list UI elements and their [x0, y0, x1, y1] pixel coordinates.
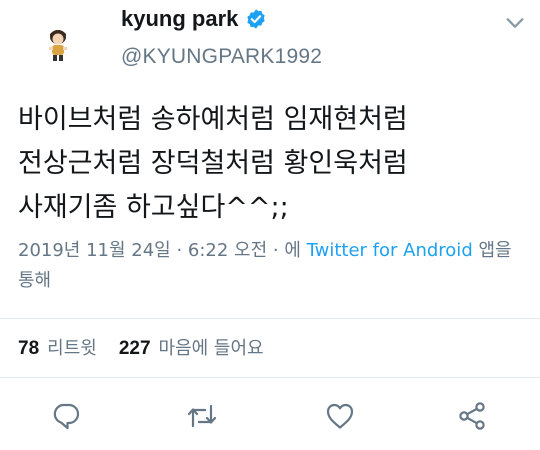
- tweet-line: 전상근처럼 장덕철처럼 황인욱처럼: [18, 148, 408, 179]
- like-button[interactable]: [324, 400, 356, 432]
- tweet-line: 바이브처럼 송하예처럼 임재현처럼: [18, 104, 408, 135]
- divider: [0, 377, 540, 378]
- tweet-line: 사재기좀 하고싶다^^;;: [18, 192, 289, 223]
- source-link[interactable]: Twitter for Android: [307, 240, 473, 261]
- divider: [0, 318, 540, 319]
- avatar-image: [36, 22, 80, 66]
- name-row: kyung park: [121, 6, 267, 32]
- reply-icon: [53, 403, 80, 430]
- action-bar: [0, 388, 540, 444]
- retweet-count[interactable]: 78: [18, 338, 39, 360]
- like-label[interactable]: 마음에 들어요: [159, 334, 264, 360]
- reply-button[interactable]: [50, 400, 82, 432]
- heart-icon: [326, 403, 354, 429]
- retweet-icon: [187, 404, 217, 428]
- tweet-stats: 78 리트윗 227 마음에 들어요: [18, 334, 264, 360]
- retweet-label[interactable]: 리트윗: [47, 334, 97, 360]
- verified-badge-icon: [245, 8, 267, 30]
- tweet-meta: 2019년 11월 24일 · 6:22 오전 · 에 Twitter for …: [18, 236, 528, 296]
- chevron-down-icon[interactable]: [504, 12, 526, 34]
- user-handle[interactable]: @KYUNGPARK1992: [121, 45, 322, 69]
- tweet-text: 바이브처럼 송하예처럼 임재현처럼 전상근처럼 장덕철처럼 황인욱처럼 사재기좀…: [18, 98, 528, 230]
- display-name[interactable]: kyung park: [121, 6, 238, 32]
- tweet-timestamp[interactable]: 2019년 11월 24일 · 6:22 오전 · 에: [18, 240, 307, 261]
- share-button[interactable]: [456, 400, 488, 432]
- retweet-button[interactable]: [186, 400, 218, 432]
- like-count[interactable]: 227: [119, 338, 151, 360]
- avatar[interactable]: [36, 22, 80, 66]
- tweet-header: kyung park @KYUNGPARK1992: [0, 0, 540, 90]
- share-icon: [459, 402, 485, 430]
